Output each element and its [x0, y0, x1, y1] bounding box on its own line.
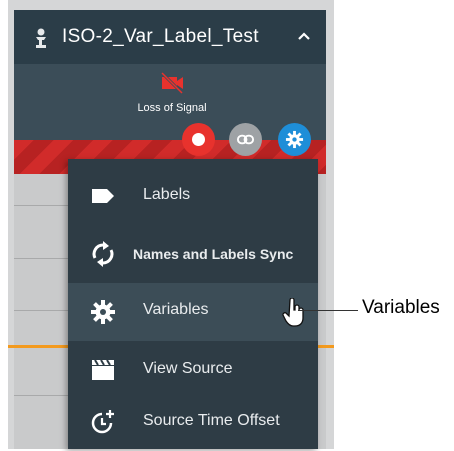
- menu-item-labels[interactable]: Labels: [68, 167, 318, 225]
- settings-button[interactable]: [278, 123, 311, 156]
- link-button[interactable]: [229, 123, 262, 156]
- label-tag-icon: [92, 189, 114, 203]
- record-icon: [192, 133, 205, 146]
- hand-cursor-icon: [282, 298, 304, 327]
- clapperboard-icon: [92, 359, 114, 380]
- video-off-icon: [160, 72, 184, 94]
- background-divider: [14, 258, 68, 259]
- background-divider: [14, 205, 68, 206]
- menu-item-view-source[interactable]: View Source: [68, 341, 318, 399]
- clock-plus-icon: [91, 410, 114, 434]
- callout-line: [298, 310, 358, 311]
- menu-item-source-time-offset[interactable]: Source Time Offset: [68, 393, 318, 451]
- background-divider: [14, 310, 68, 311]
- record-button[interactable]: [182, 123, 215, 156]
- sync-icon: [92, 241, 114, 267]
- tile-title: ISO-2_Var_Label_Test: [62, 26, 259, 47]
- link-icon: [236, 134, 255, 145]
- menu-item-variables[interactable]: Variables: [68, 283, 318, 341]
- person-icon: [36, 28, 46, 48]
- menu-item-label: Names and Labels Sync: [133, 246, 294, 262]
- menu-item-names-labels-sync[interactable]: Names and Labels Sync: [68, 225, 318, 283]
- gear-icon: [285, 130, 304, 149]
- tile-header: ISO-2_Var_Label_Test: [14, 10, 326, 64]
- source-tile: ISO-2_Var_Label_Test Loss of Signal: [14, 10, 326, 175]
- menu-item-label: Variables: [143, 301, 209, 318]
- menu-item-label: View Source: [143, 360, 233, 377]
- context-menu: Labels Names and Labels Sync Variables V…: [68, 159, 318, 449]
- gear-icon: [91, 300, 115, 324]
- callout-label: Variables: [362, 297, 440, 318]
- menu-item-label: Labels: [143, 186, 191, 203]
- background-divider: [14, 395, 68, 396]
- chevron-up-icon[interactable]: [296, 30, 312, 42]
- status-text: Loss of Signal: [137, 102, 207, 114]
- menu-item-label: Source Time Offset: [143, 412, 280, 429]
